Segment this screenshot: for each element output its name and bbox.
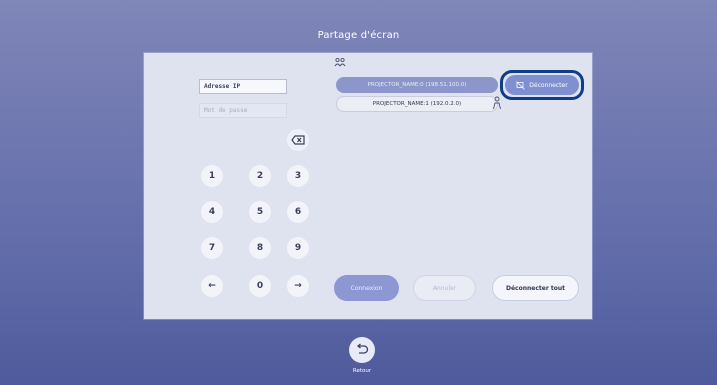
projector-name-label: PROJECTOR_NAME:0 (198.51.100.0) [367,82,467,88]
key-3[interactable]: 3 [287,165,309,187]
key-6[interactable]: 6 [287,201,309,223]
key-9[interactable]: 9 [287,237,309,259]
person-icon [493,96,501,110]
ip-address-field[interactable]: Adresse IP [199,79,287,94]
left-arrow-button[interactable]: ← [201,275,223,297]
key-8[interactable]: 8 [249,237,271,259]
key-0[interactable]: 0 [249,275,271,297]
disconnect-all-button[interactable]: Déconnecter tout [492,275,579,301]
key-4[interactable]: 4 [201,201,223,223]
key-2[interactable]: 2 [249,165,271,187]
key-5[interactable]: 5 [249,201,271,223]
projector-item-connected[interactable]: PROJECTOR_NAME:0 (198.51.100.0) [336,77,498,93]
cancel-button[interactable]: Annuler [413,275,476,301]
screen-title: Partage d'écran [317,30,400,41]
people-icon [334,57,346,67]
unlink-icon [516,80,526,90]
backspace-button[interactable] [287,129,309,151]
disconnect-button[interactable]: Déconnecter [505,75,579,95]
back-button[interactable] [349,337,375,363]
connect-button[interactable]: Connexion [334,275,399,301]
right-arrow-icon: → [294,281,302,291]
projector-item-available[interactable]: PROJECTOR_NAME:1 (192.0.2.0) [336,96,498,112]
backspace-icon [291,135,305,145]
key-7[interactable]: 7 [201,237,223,259]
right-arrow-button[interactable]: → [287,275,309,297]
back-arrow-icon [356,343,369,354]
password-field[interactable]: Mot de passe [199,103,287,118]
left-arrow-icon: ← [208,281,216,291]
projector-name-label: PROJECTOR_NAME:1 (192.0.2.0) [372,101,462,107]
key-1[interactable]: 1 [201,165,223,187]
back-label: Retour [352,368,372,374]
disconnect-label: Déconnecter [529,81,568,89]
